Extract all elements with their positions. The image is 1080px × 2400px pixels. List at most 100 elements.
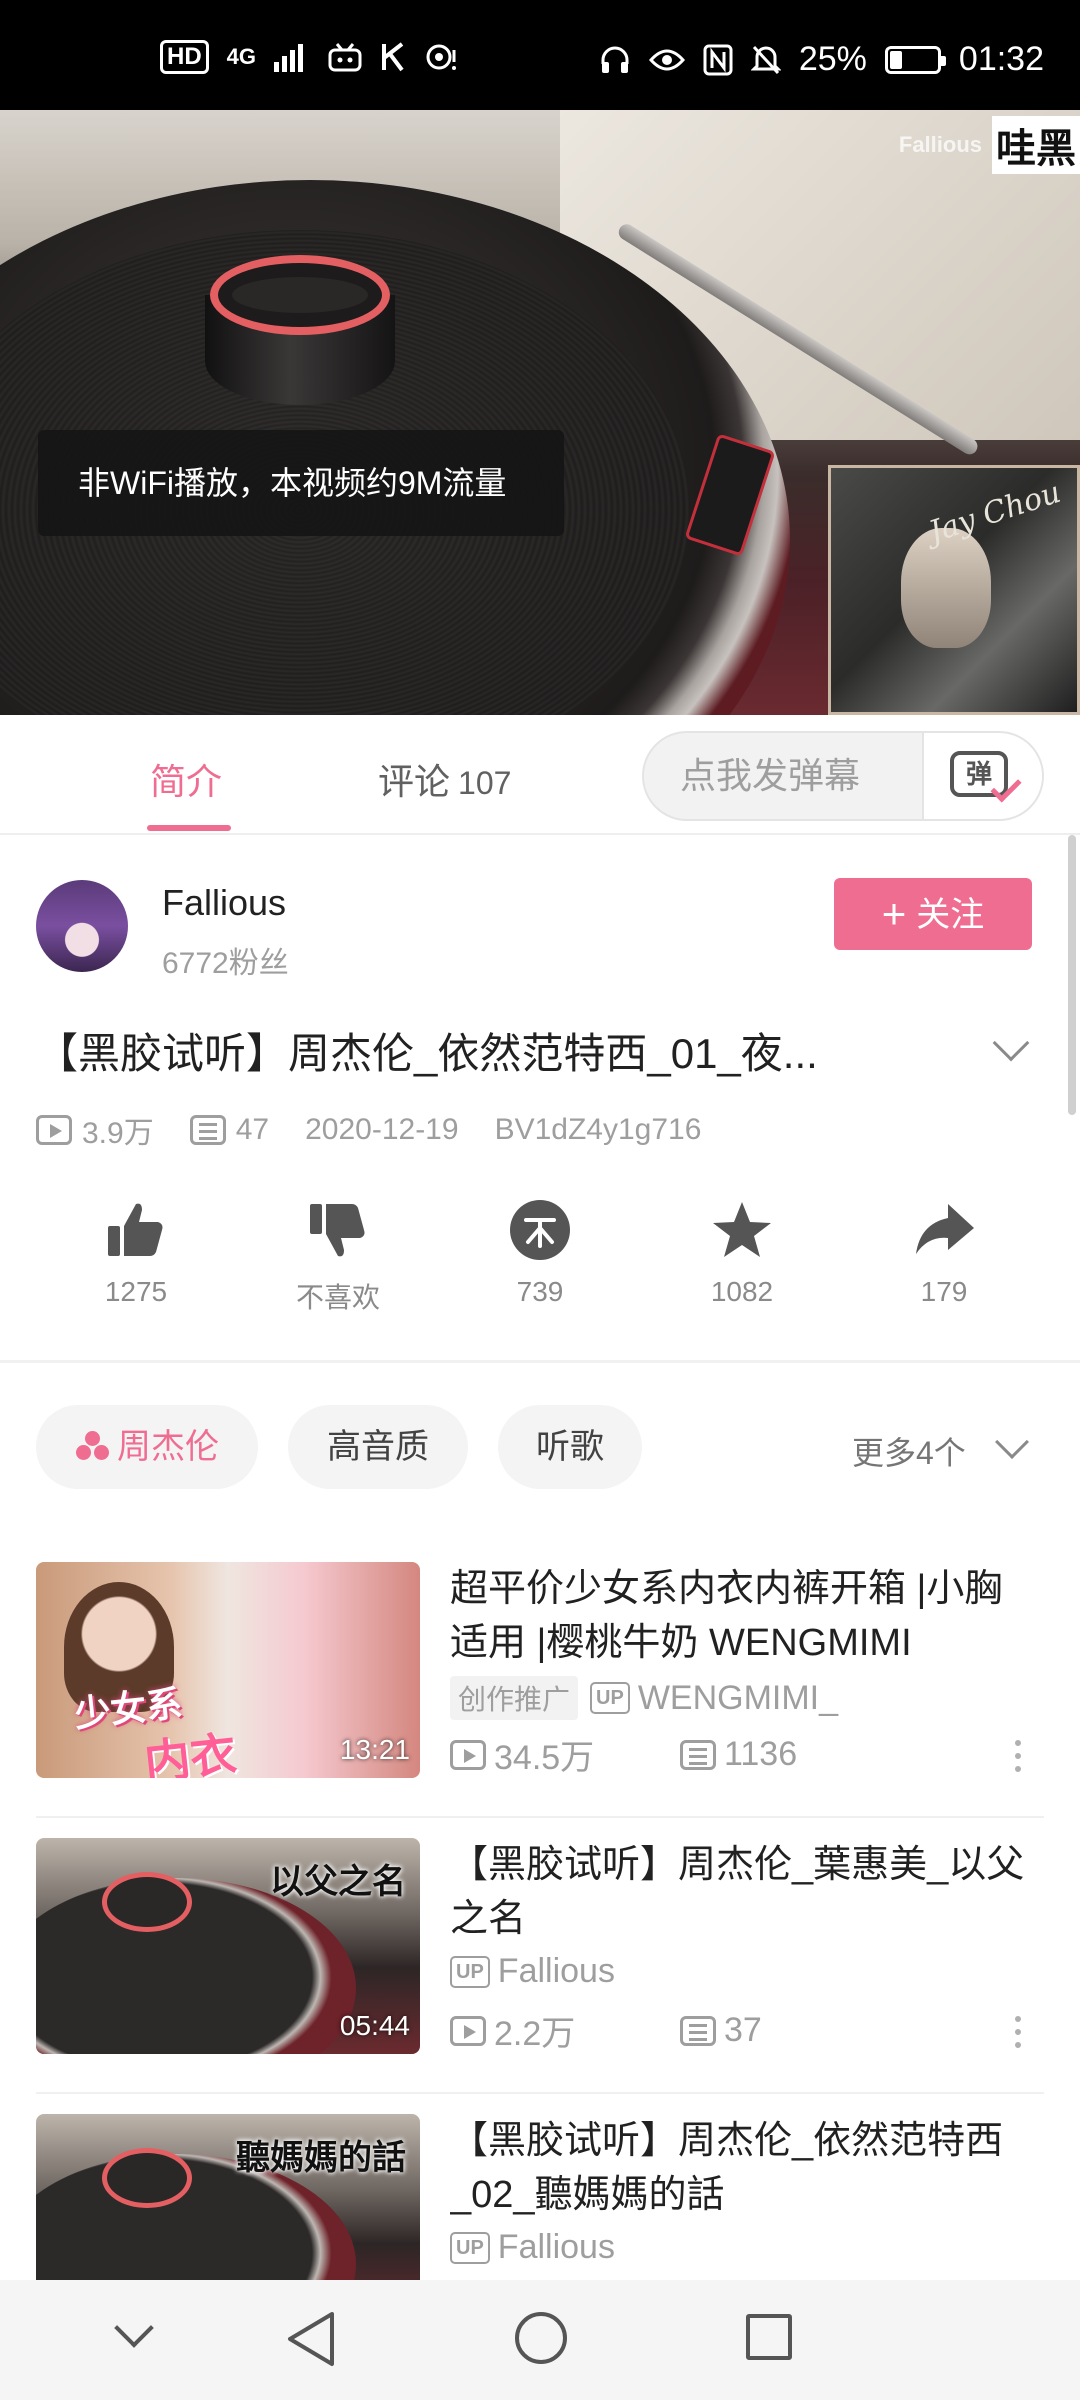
tab-bar: 简介 评论 107 点我发弹幕 弹 [0, 715, 1080, 835]
list-item[interactable]: 以父之名 05:44 【黑胶试听】周杰伦_葉惠美_以父之名 UP Falliou… [0, 1838, 1080, 2114]
bv-id: BV1dZ4y1g716 [494, 1113, 702, 1146]
related-stats: 2.2万 37 [450, 2006, 762, 2055]
tag-listen[interactable]: 听歌 [498, 1405, 642, 1489]
tab-intro[interactable]: 简介 [150, 753, 222, 805]
mute-icon [750, 45, 781, 74]
share-arrow-icon [916, 1204, 974, 1254]
related-author: WENGMIMI_ [637, 1678, 839, 1717]
more-options-icon[interactable] [1015, 2016, 1023, 2052]
scrollbar[interactable] [1068, 835, 1076, 1115]
plus-icon: + [881, 890, 907, 937]
video-duration: 13:21 [339, 1734, 410, 1765]
danmaku-count: 47 [235, 1113, 270, 1146]
network-4g-icon: 4G [226, 44, 257, 69]
hide-nav-icon[interactable] [114, 2308, 154, 2348]
status-left-icons: HD 4G [160, 40, 458, 74]
album-cover: Jay Chou [828, 465, 1080, 715]
k-icon [382, 42, 404, 72]
video-meta: 3.9万 47 2020-12-19 BV1dZ4y1g716 [36, 1108, 701, 1152]
bilibili-icon [328, 43, 362, 72]
danmaku-bar: 点我发弹幕 弹 [642, 731, 1044, 821]
share-count: 179 [920, 1276, 968, 1307]
favorite-count: 1082 [710, 1276, 774, 1307]
section-divider [0, 1360, 1080, 1363]
related-author: Fallious [497, 2228, 615, 2266]
nfc-icon [703, 44, 733, 75]
video-watermark: Fallious 哇黑 [899, 116, 1080, 174]
action-row: 1275 不喜欢 739 1082 179 [0, 1198, 1080, 1348]
home-icon[interactable] [515, 2312, 567, 2364]
tab-comments-count: 107 [458, 765, 512, 801]
related-title[interactable]: 【黑胶试听】周杰伦_葉惠美_以父之名 [450, 1838, 1040, 1946]
play-count-icon [450, 2015, 486, 2046]
danmaku-count-icon [680, 2015, 716, 2046]
expand-chevron-icon[interactable] [992, 1024, 1030, 1062]
like-count: 1275 [104, 1276, 168, 1307]
signal-icon [274, 44, 304, 72]
eye-icon [648, 49, 685, 70]
video-duration: 05:44 [339, 2010, 410, 2041]
related-danmaku: 1136 [724, 1735, 798, 1773]
battery-percent: 25% [798, 40, 867, 78]
related-stats: 34.5万 1136 [450, 1730, 797, 1779]
danmaku-count-icon [680, 1739, 716, 1770]
data-usage-toast: 非WiFi播放，本视频约9M流量 [38, 430, 564, 536]
danmaku-count-icon [189, 1115, 226, 1145]
view-count: 3.9万 [82, 1117, 154, 1150]
related-author-row: UP Fallious [450, 2228, 615, 2267]
tag-jay-chou[interactable]: 周杰伦 [36, 1405, 258, 1489]
up-badge-icon: UP [590, 1682, 630, 1714]
record-clamp [190, 255, 410, 405]
video-title[interactable]: 【黑胶试听】周杰伦_依然范特西_01_夜... [36, 1020, 916, 1081]
follow-button[interactable]: + 关注 [834, 878, 1032, 950]
related-title[interactable]: 【黑胶试听】周杰伦_依然范特西_02_聽媽媽的話 [450, 2114, 1040, 2222]
hd-icon: HD [160, 40, 209, 74]
headphone-icon [601, 46, 629, 73]
dislike-label: 不喜欢 [295, 1282, 380, 1313]
danmaku-input[interactable]: 点我发弹幕 [680, 733, 860, 819]
play-count-icon [450, 1739, 486, 1770]
related-author-row: 创作推广 UP WENGMIMI_ [450, 1676, 838, 1720]
up-badge-icon: UP [450, 1955, 490, 1988]
star-icon [713, 1202, 771, 1257]
status-right-icons: 25% 01:32 [599, 40, 1044, 79]
tab-comments-label: 评论 [378, 761, 451, 802]
coin-count: 739 [516, 1276, 564, 1307]
more-tags-button[interactable]: 更多4个 [852, 1428, 966, 1474]
watermark-logo: Fallious [898, 132, 982, 157]
tag-high-quality[interactable]: 高音质 [288, 1405, 468, 1489]
video-thumbnail[interactable]: 少女系 内衣 13:21 [36, 1562, 420, 1778]
chevron-down-icon[interactable] [995, 1425, 1029, 1459]
thumbs-up-icon [108, 1203, 163, 1256]
share-button[interactable]: 179 [864, 1198, 1024, 1308]
list-item[interactable]: 少女系 内衣 13:21 超平价少女系内衣内裤开箱 |小胸适用 |樱桃牛奶 WE… [0, 1562, 1080, 1838]
hotspot-icon [426, 44, 457, 70]
up-badge-icon: UP [450, 2231, 490, 2264]
related-title[interactable]: 超平价少女系内衣内裤开箱 |小胸适用 |樱桃牛奶 WENGMIMI [450, 1562, 1040, 1670]
battery-icon [884, 45, 946, 74]
play-count-icon [36, 1115, 72, 1145]
more-options-icon[interactable] [1015, 1740, 1023, 1776]
related-views: 34.5万 [494, 1739, 595, 1777]
video-thumbnail[interactable]: 以父之名 05:44 [36, 1838, 420, 2054]
avatar[interactable] [36, 880, 128, 972]
danmaku-toggle-button[interactable]: 弹 [922, 733, 1042, 819]
tab-comments[interactable]: 评论 107 [378, 753, 511, 805]
related-author: Fallious [497, 1952, 615, 1990]
like-button[interactable]: 1275 [56, 1198, 216, 1308]
promo-badge: 创作推广 [450, 1676, 579, 1720]
favorite-button[interactable]: 1082 [662, 1198, 822, 1308]
tag-label: 周杰伦 [117, 1428, 219, 1466]
back-icon[interactable] [284, 2310, 338, 2368]
follow-label: 关注 [916, 896, 985, 934]
uploader-name[interactable]: Fallious [162, 882, 286, 924]
video-player[interactable]: Jay Chou Fallious 哇黑 非WiFi播放，本视频约9M流量 [0, 110, 1080, 715]
coin-button[interactable]: 739 [460, 1198, 620, 1308]
related-views: 2.2万 [494, 2015, 576, 2053]
recent-apps-icon[interactable] [746, 2314, 792, 2360]
status-time: 01:32 [958, 40, 1044, 78]
tab-indicator [147, 825, 231, 831]
topic-icon [75, 1431, 111, 1461]
related-author-row: UP Fallious [450, 1952, 615, 1991]
dislike-button[interactable]: 不喜欢 [258, 1198, 418, 1316]
